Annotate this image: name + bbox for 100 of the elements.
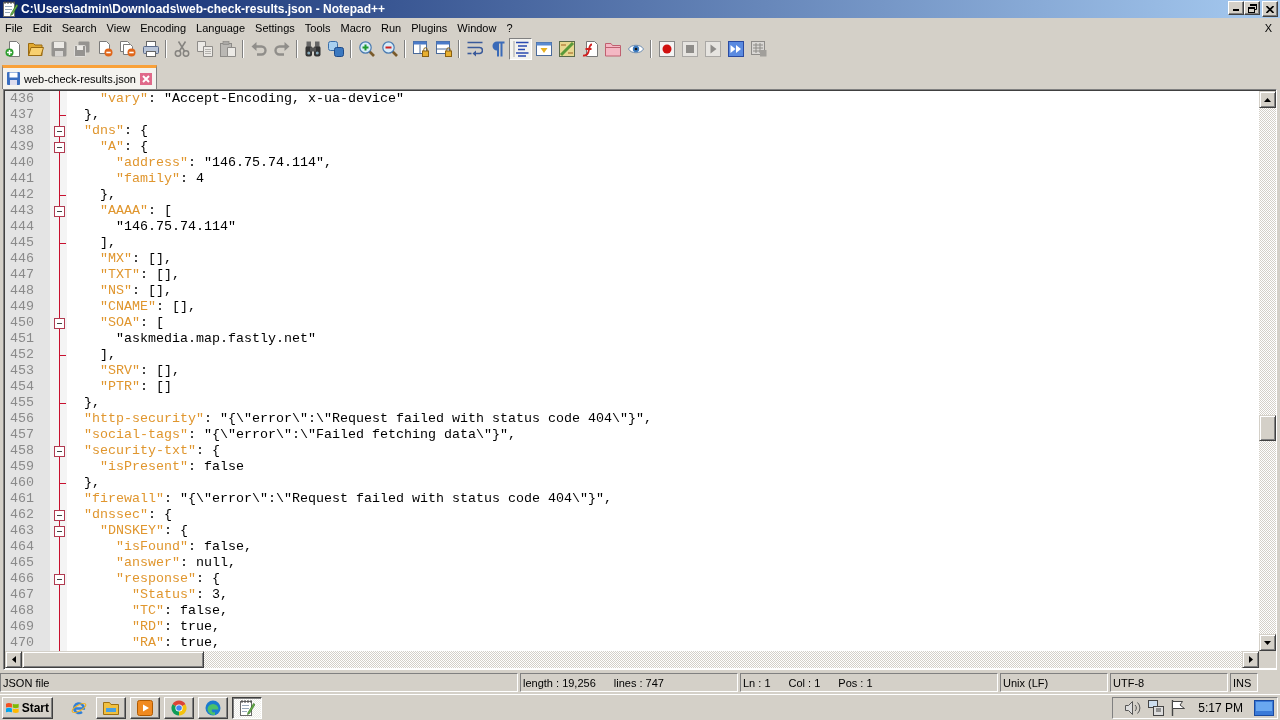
menu-item[interactable]: Search <box>56 20 102 36</box>
code-line: "MX": [], <box>100 251 172 267</box>
line-number: 461 <box>9 491 34 507</box>
line-number: 454 <box>9 379 34 395</box>
menu-item[interactable]: Encoding <box>135 20 192 36</box>
line-number: 469 <box>9 619 34 635</box>
restore-button[interactable] <box>1244 1 1260 15</box>
line-number: 437 <box>9 107 34 123</box>
down-triangle-icon <box>1264 640 1271 645</box>
code-line: }, <box>84 107 100 123</box>
minus-box-icon[interactable] <box>54 445 65 457</box>
line-number: 446 <box>9 251 34 267</box>
fold-end-line <box>60 402 66 404</box>
line-number: 449 <box>9 299 34 315</box>
menu-item[interactable]: ? <box>501 20 518 36</box>
line-number: 440 <box>9 155 34 171</box>
notepad-icon <box>239 699 255 716</box>
menu-item[interactable]: Window <box>452 20 502 36</box>
insert-mode-text: INS <box>1230 673 1258 692</box>
code-line: "RA": true, <box>132 635 220 651</box>
folder-icon <box>103 699 119 716</box>
scrollbar-thumb[interactable] <box>1259 415 1276 441</box>
code-line: "isPresent": false <box>100 459 244 475</box>
restore-icon <box>1247 3 1257 13</box>
line-number: 462 <box>9 507 34 523</box>
swirl-icon <box>205 699 221 716</box>
minus-box-icon[interactable] <box>54 125 65 137</box>
line-number: 438 <box>9 123 34 139</box>
fold-end-line <box>60 194 66 196</box>
line-number: 466 <box>9 571 34 587</box>
file-tab[interactable]: web-check-results.json <box>2 65 157 89</box>
menu-item[interactable]: View <box>101 20 136 36</box>
close-icon[interactable] <box>139 72 152 85</box>
menu-item[interactable]: Language <box>191 20 251 36</box>
line-number: 450 <box>9 315 34 331</box>
code-line: "dns": { <box>84 123 148 139</box>
minimize-icon <box>1233 9 1239 11</box>
code-line: "PTR": [] <box>100 379 172 395</box>
code-line: "answer": null, <box>116 555 236 571</box>
horizontal-scrollbar[interactable] <box>5 651 1259 668</box>
line-number: 463 <box>9 523 34 539</box>
fold-end-line <box>60 482 66 484</box>
network-icon[interactable] <box>1148 699 1165 716</box>
code-line: ], <box>100 347 116 363</box>
menu-item[interactable]: File <box>0 20 28 36</box>
line-number: 458 <box>9 443 34 459</box>
menu-item[interactable]: Edit <box>27 20 57 36</box>
minus-box-icon[interactable] <box>54 573 65 585</box>
minus-box-icon[interactable] <box>54 205 65 217</box>
scrollbar-thumb[interactable] <box>22 651 204 668</box>
line-text: Ln : 1 <box>743 676 771 689</box>
line-number: 464 <box>9 539 34 555</box>
code-line: ], <box>100 235 116 251</box>
line-number: 453 <box>9 363 34 379</box>
minus-box-icon[interactable] <box>54 317 65 329</box>
scroll-up-button[interactable] <box>1259 91 1276 108</box>
scroll-right-button[interactable] <box>1242 651 1259 668</box>
line-number: 439 <box>9 139 34 155</box>
line-number: 470 <box>9 635 34 651</box>
segmented-circle-icon <box>171 699 187 716</box>
line-number: 459 <box>9 459 34 475</box>
fold-end-line <box>60 242 66 244</box>
menu-item[interactable]: Settings <box>250 20 300 36</box>
menu-item[interactable]: Tools <box>299 20 336 36</box>
scroll-down-button[interactable] <box>1259 634 1276 651</box>
close-button[interactable] <box>1262 1 1278 17</box>
window-flag-icon <box>6 700 19 715</box>
line-number: 447 <box>9 267 34 283</box>
code-line: "SOA": [ <box>100 315 164 331</box>
minus-box-icon[interactable] <box>54 525 65 537</box>
menu-item[interactable]: Plugins <box>406 20 453 36</box>
code-line: "SRV": [], <box>100 363 180 379</box>
code-line: "askmedia.map.fastly.net" <box>116 331 316 347</box>
close-document-button[interactable]: X <box>1259 20 1277 36</box>
show-desktop-icon[interactable] <box>1254 699 1274 716</box>
code-line: "http-security": "{\"error\":\"Request failed with status code 404\"}", <box>84 411 652 427</box>
line-number: 457 <box>9 427 34 443</box>
code-line: "vary": "Accept-Encoding, x-ua-device" <box>100 91 404 107</box>
taskbar-button[interactable] <box>232 696 262 719</box>
menu-item[interactable]: Run <box>376 20 407 36</box>
minimize-button[interactable] <box>1228 1 1244 15</box>
code-line: "RD": true, <box>132 619 220 635</box>
flag-icon[interactable] <box>1171 699 1186 716</box>
speaker-icon[interactable] <box>1125 699 1142 716</box>
menu-item[interactable]: Macro <box>335 20 377 36</box>
code-line: "social-tags": "{\"error\":\"Failed fetching data\"}", <box>84 427 516 443</box>
fold-end-line <box>60 354 66 356</box>
start-button[interactable]: Start <box>2 696 53 719</box>
code-line: "isFound": false, <box>116 539 252 555</box>
code-line: "firewall": "{\"error\":\"Request failed with status code 404\"}", <box>84 491 612 507</box>
code-line: "AAAA": [ <box>100 203 172 219</box>
notepad-icon <box>2 1 18 17</box>
code-line: "security-txt": { <box>84 443 220 459</box>
lines-text: lines : 747 <box>613 676 664 689</box>
vertical-scrollbar[interactable] <box>1259 91 1276 651</box>
minus-box-icon[interactable] <box>54 509 65 521</box>
scroll-left-button[interactable] <box>5 651 22 668</box>
browser-e-icon[interactable] <box>71 699 87 716</box>
minus-box-icon[interactable] <box>54 141 65 153</box>
line-ending-text: Unix (LF) <box>1000 673 1108 692</box>
